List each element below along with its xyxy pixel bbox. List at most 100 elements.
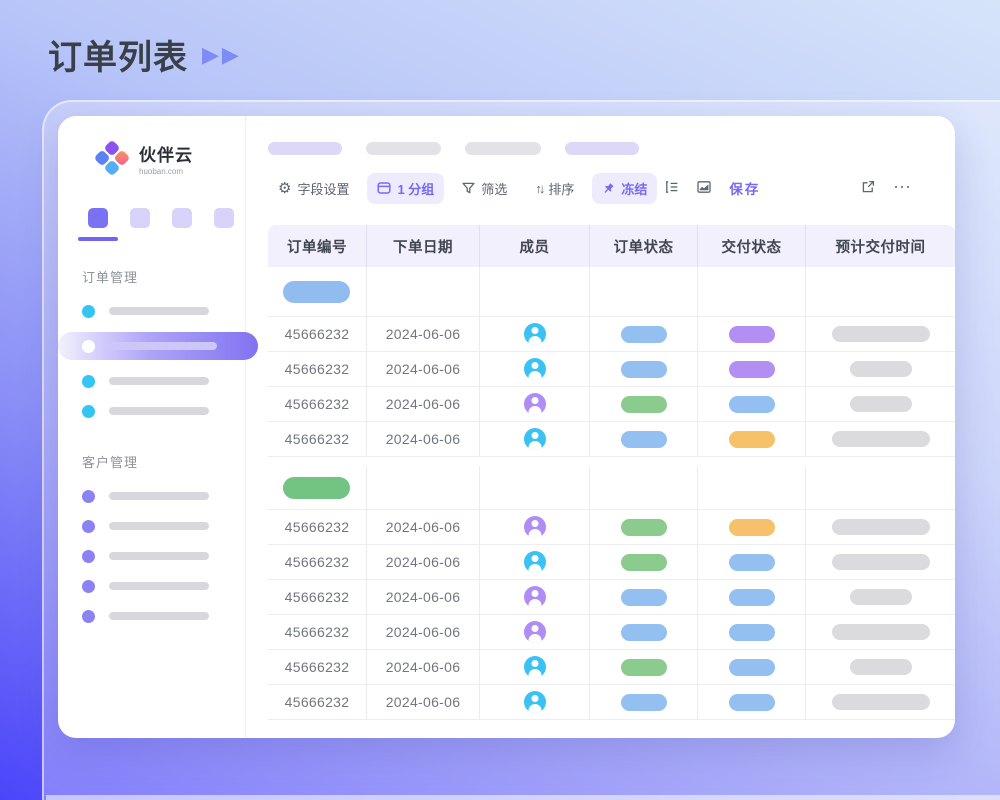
sidebar-item[interactable]	[58, 481, 245, 511]
group-cell	[806, 466, 955, 509]
order-date-text: 2024-06-06	[386, 326, 461, 342]
group-cell	[698, 466, 806, 509]
tab-placeholder-row	[268, 142, 955, 155]
workspace-square-1[interactable]	[88, 208, 108, 228]
sidebar-item[interactable]	[58, 601, 245, 631]
eta-cell	[806, 580, 955, 614]
nav-section-label: 订单管理	[82, 267, 245, 286]
eta-placeholder-pill	[850, 659, 912, 675]
group-header-row[interactable]	[268, 466, 955, 510]
order-date-text: 2024-06-06	[386, 431, 461, 447]
delivery-status-pill	[729, 396, 775, 413]
toolbar-button-label: 筛选	[481, 179, 507, 198]
nav-item-label-placeholder	[109, 342, 217, 350]
order-status-cell	[590, 510, 698, 544]
eta-cell	[806, 317, 955, 351]
nav-item-label-placeholder	[109, 522, 209, 530]
toolbar-row-height-button[interactable]	[665, 180, 679, 197]
order-status-pill	[621, 361, 667, 378]
sidebar-item-selected[interactable]	[58, 332, 258, 360]
delivery-status-cell	[698, 510, 806, 544]
workspace-square-2[interactable]	[130, 208, 150, 228]
table-group-1: 456662322024-06-06456662322024-06-064566…	[268, 267, 955, 457]
table-row[interactable]: 456662322024-06-06	[268, 685, 955, 720]
group-header-row[interactable]	[268, 267, 955, 317]
tab-pill-1[interactable]	[268, 142, 342, 155]
delivery-status-pill	[729, 361, 775, 378]
share-icon	[861, 180, 875, 197]
toolbar-freeze-button[interactable]: 冻结	[592, 173, 657, 204]
sidebar-item[interactable]	[58, 571, 245, 601]
sidebar-item[interactable]	[58, 296, 245, 326]
tab-pill-2[interactable]	[366, 142, 441, 155]
order-date-cell: 2024-06-06	[367, 685, 480, 719]
order-status-pill	[621, 326, 667, 343]
workspace-square-4[interactable]	[214, 208, 234, 228]
toolbar-button-label: 字段设置	[297, 179, 349, 198]
nav-item-dot	[82, 340, 95, 353]
order-status-pill	[621, 519, 667, 536]
order-number-text: 45666232	[285, 659, 350, 675]
eta-placeholder-pill	[832, 694, 930, 710]
order-date-cell: 2024-06-06	[367, 510, 480, 544]
nav-item-dot	[82, 405, 95, 418]
nav-item-label-placeholder	[109, 612, 209, 620]
eta-placeholder-pill	[832, 554, 930, 570]
table-row[interactable]: 45666232 2024-06-06	[268, 650, 955, 685]
delivery-status-pill	[729, 659, 775, 676]
member-avatar	[524, 323, 546, 345]
toolbar-share-button[interactable]	[861, 180, 875, 197]
table-row[interactable]: 456662322024-06-06	[268, 317, 955, 352]
toolbar-chart-view-button[interactable]	[697, 180, 711, 197]
group-cell	[367, 267, 480, 316]
delivery-status-pill	[729, 326, 775, 343]
order-date-text: 2024-06-06	[386, 589, 461, 605]
table-row[interactable]: 456662322024-06-06	[268, 580, 955, 615]
board-icon	[377, 181, 391, 195]
delivery-status-cell	[698, 352, 806, 386]
order-status-cell	[590, 580, 698, 614]
toolbar-filter-button[interactable]: 筛选	[452, 173, 517, 204]
sidebar-item[interactable]	[58, 396, 245, 426]
table-row[interactable]: 456662322024-06-06	[268, 387, 955, 422]
delivery-status-pill	[729, 694, 775, 711]
table-header-row: 订单编号下单日期成员订单状态交付状态预计交付时间	[268, 225, 955, 267]
member-cell	[480, 387, 590, 421]
table-row[interactable]: 456662322024-06-06	[268, 422, 955, 457]
order-status-pill	[621, 659, 667, 676]
delivery-status-cell	[698, 650, 806, 684]
column-header-2: 下单日期	[367, 225, 480, 267]
sidebar-nav: 订单管理客户管理	[58, 267, 245, 631]
nav-item-dot	[82, 375, 95, 388]
order-date-text: 2024-06-06	[386, 554, 461, 570]
sidebar-item[interactable]	[58, 511, 245, 541]
sidebar-item[interactable]	[58, 541, 245, 571]
workspace-square-3[interactable]	[172, 208, 192, 228]
table-row[interactable]: 456662322024-06-06	[268, 352, 955, 387]
toolbar: ⚙字段设置 1 分组 筛选 ↑↓排序冻结 保存 ⋯	[268, 173, 955, 203]
toolbar-group-button[interactable]: 1 分组	[367, 173, 444, 204]
order-date-cell: 2024-06-06	[367, 422, 480, 456]
table-row[interactable]: 456662322024-06-06	[268, 510, 955, 545]
sidebar-item[interactable]	[58, 366, 245, 396]
order-status-cell	[590, 387, 698, 421]
member-cell	[480, 317, 590, 351]
toolbar-more-button[interactable]: ⋯	[893, 181, 911, 196]
save-button[interactable]: 保存	[729, 178, 760, 198]
brand-name: 伙伴云	[139, 141, 193, 166]
toolbar-sort-button[interactable]: ↑↓排序	[525, 173, 584, 204]
delivery-status-cell	[698, 580, 806, 614]
eta-cell	[806, 615, 955, 649]
member-cell	[480, 580, 590, 614]
eta-cell	[806, 510, 955, 544]
order-number-text: 45666232	[285, 396, 350, 412]
tab-pill-4[interactable]	[565, 142, 639, 155]
toolbar-field-settings-button[interactable]: ⚙字段设置	[268, 173, 359, 204]
group-cell	[480, 466, 590, 509]
tab-pill-3[interactable]	[465, 142, 541, 155]
order-date-text: 2024-06-06	[386, 659, 461, 675]
table-row[interactable]: 456662322024-06-06	[268, 545, 955, 580]
frosted-panel-bottom-edge	[46, 795, 1000, 800]
eta-cell	[806, 387, 955, 421]
table-row[interactable]: 456662322024-06-06	[268, 615, 955, 650]
